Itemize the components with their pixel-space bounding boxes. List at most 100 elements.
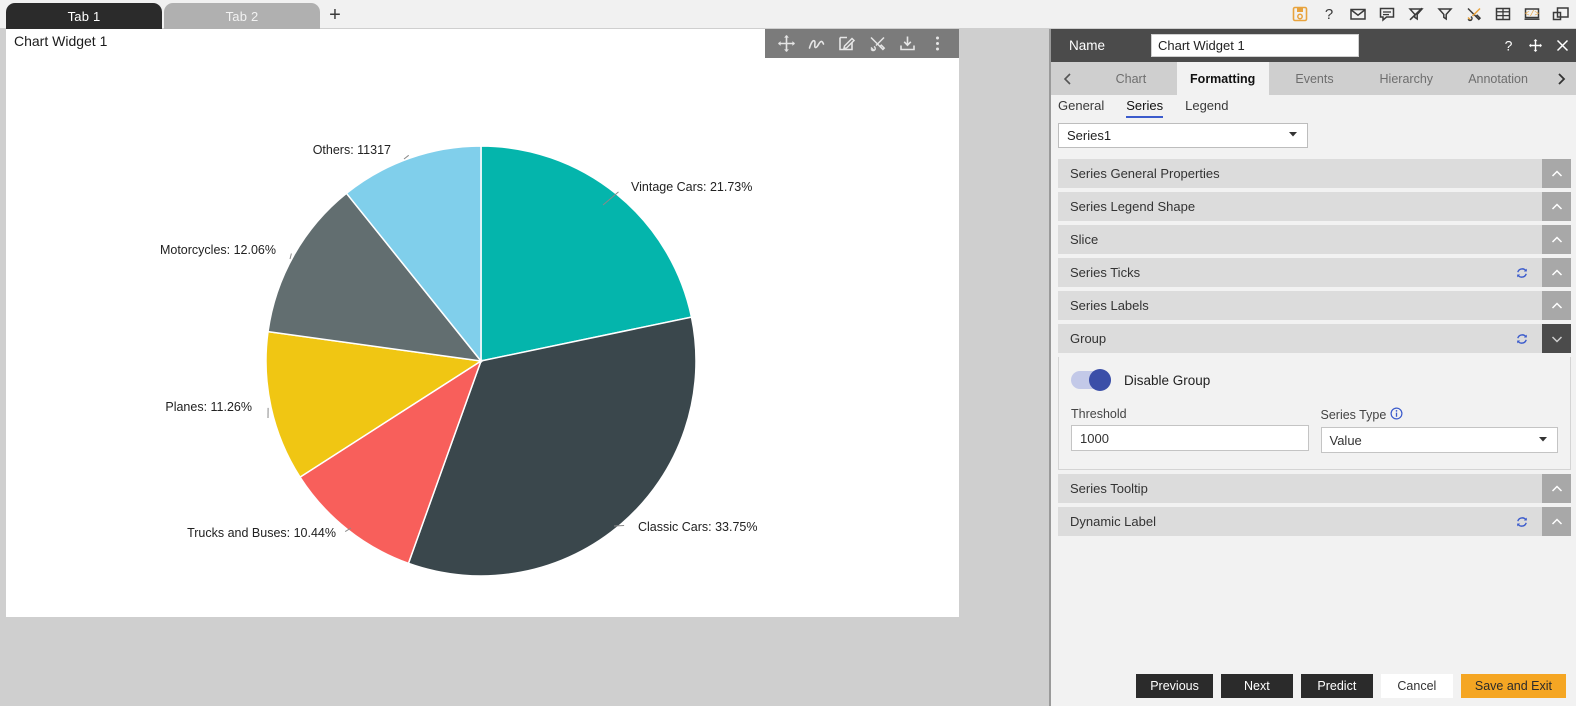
chevron-up-icon[interactable] <box>1542 225 1571 254</box>
series-type-field: Series Type Value <box>1320 407 1558 453</box>
section-group[interactable]: Group <box>1058 324 1571 353</box>
footer-buttons: Previous Next Predict Cancel Save and Ex… <box>1136 674 1566 698</box>
section-series-legend-shape[interactable]: Series Legend Shape <box>1058 192 1571 221</box>
series-type-label: Series Type <box>1320 408 1387 422</box>
pie-slice-label: Planes: 11.26% <box>165 400 252 414</box>
move-icon[interactable] <box>777 34 796 53</box>
section-label: Series Legend Shape <box>1070 199 1196 214</box>
section-label: Slice <box>1070 232 1099 247</box>
chevron-up-icon[interactable] <box>1542 159 1571 188</box>
download-icon[interactable] <box>898 34 917 53</box>
tab-chart[interactable]: Chart <box>1085 62 1177 95</box>
widget-title: Chart Widget 1 <box>14 33 108 49</box>
widget-name-input[interactable] <box>1151 34 1359 57</box>
tab-chart-label: Chart <box>1115 71 1147 86</box>
scribble-icon[interactable] <box>807 34 826 53</box>
disable-group-row: Disable Group <box>1071 369 1558 391</box>
tools-icon[interactable] <box>1465 5 1483 23</box>
disable-group-toggle[interactable] <box>1071 369 1111 391</box>
threshold-field: Threshold 1000 <box>1071 407 1309 453</box>
tabs-prev-arrow[interactable] <box>1051 62 1085 95</box>
subtab-series[interactable]: Series <box>1126 95 1164 118</box>
predict-button[interactable]: Predict <box>1300 674 1373 698</box>
section-series-tooltip[interactable]: Series Tooltip <box>1058 474 1571 503</box>
chevron-up-icon[interactable] <box>1542 474 1571 503</box>
layout-panel-icon[interactable] <box>1552 5 1570 23</box>
more-options-icon[interactable] <box>928 34 947 53</box>
section-slice[interactable]: Slice <box>1058 225 1571 254</box>
chevron-up-icon[interactable] <box>1542 507 1571 536</box>
tab-annotation[interactable]: Annotation <box>1452 62 1544 95</box>
pie-slice-label: Vintage Cars: 21.73% <box>631 180 752 194</box>
pie-slice-label: Motorcycles: 12.06% <box>160 243 276 257</box>
help-question-icon[interactable]: ? <box>1501 38 1516 54</box>
subtab-legend[interactable]: Legend <box>1185 95 1228 116</box>
section-series-labels[interactable]: Series Labels <box>1058 291 1571 320</box>
widget-toolbar <box>765 29 959 58</box>
threshold-value: 1000 <box>1080 430 1109 446</box>
pie-slice-label: Classic Cars: 33.75% <box>638 520 758 534</box>
add-tab-button[interactable]: + <box>322 4 348 28</box>
edit-pencil-icon[interactable] <box>837 34 856 53</box>
name-label: Name <box>1069 38 1106 53</box>
chevron-up-icon[interactable] <box>1542 258 1571 287</box>
tabs-next-arrow[interactable] <box>1544 62 1576 95</box>
save-disk-icon[interactable] <box>1291 5 1309 23</box>
code-window-icon[interactable]: </> <box>1523 5 1541 23</box>
tab-hierarchy[interactable]: Hierarchy <box>1360 62 1452 95</box>
cancel-button[interactable]: Cancel <box>1380 674 1453 698</box>
chevron-down-icon[interactable] <box>1542 324 1571 353</box>
canvas-area: Chart Widget 1 Vintage Cars: 21.73% Clas… <box>0 29 1049 706</box>
workspace-tab-1-label: Tab 1 <box>67 8 101 24</box>
refresh-icon[interactable] <box>1515 332 1529 346</box>
series-type-dropdown[interactable]: Value <box>1320 427 1558 453</box>
refresh-icon[interactable] <box>1515 266 1529 280</box>
threshold-input[interactable]: 1000 <box>1071 425 1309 451</box>
info-icon[interactable] <box>1390 407 1403 423</box>
close-icon[interactable] <box>1555 38 1570 53</box>
subtab-legend-label: Legend <box>1185 98 1229 113</box>
svg-text:?: ? <box>1505 38 1513 53</box>
svg-text:</>: </> <box>1525 10 1540 19</box>
pie-chart-svg: Vintage Cars: 21.73% Classic Cars: 33.75%… <box>160 143 758 577</box>
filter-off-icon[interactable] <box>1407 5 1425 23</box>
subtab-general[interactable]: General <box>1058 95 1104 116</box>
help-question-icon[interactable]: ? <box>1320 5 1338 23</box>
filter-icon[interactable] <box>1436 5 1454 23</box>
table-grid-icon[interactable] <box>1494 5 1512 23</box>
tools-icon[interactable] <box>868 34 887 53</box>
workspace-tab-2-label: Tab 2 <box>225 8 259 24</box>
chart-widget-panel: Chart Widget 1 Vintage Cars: 21.73% Clas… <box>6 29 959 617</box>
move-icon[interactable] <box>1528 38 1543 53</box>
tab-events[interactable]: Events <box>1269 62 1361 95</box>
series-select-dropdown[interactable]: Series1 <box>1058 123 1308 148</box>
group-section-body: Disable Group Threshold 1000 Series Type <box>1058 357 1571 470</box>
panel-header: Name ? <box>1051 29 1576 62</box>
svg-text:?: ? <box>1325 6 1333 23</box>
section-series-general-properties[interactable]: Series General Properties <box>1058 159 1571 188</box>
chevron-up-icon[interactable] <box>1542 192 1571 221</box>
section-dynamic-label[interactable]: Dynamic Label <box>1058 507 1571 536</box>
previous-button[interactable]: Previous <box>1136 674 1213 698</box>
mail-envelope-icon[interactable] <box>1349 5 1367 23</box>
tab-events-label: Events <box>1295 71 1334 86</box>
series-type-value: Value <box>1329 432 1362 448</box>
top-bar: Tab 1 Tab 2 + ? </> <box>0 0 1576 29</box>
section-label: Series Labels <box>1070 298 1149 313</box>
next-button[interactable]: Next <box>1220 674 1293 698</box>
workspace-tab-1[interactable]: Tab 1 <box>6 3 162 29</box>
comment-bubble-icon[interactable] <box>1378 5 1396 23</box>
chevron-down-icon <box>1537 433 1549 448</box>
formatting-sections: Series General Properties Series Legend … <box>1058 159 1571 540</box>
panel-header-icons: ? <box>1501 29 1570 62</box>
chevron-down-icon <box>1287 128 1299 143</box>
disable-group-label: Disable Group <box>1124 372 1211 388</box>
tab-formatting[interactable]: Formatting <box>1176 62 1269 95</box>
chevron-up-icon[interactable] <box>1542 291 1571 320</box>
refresh-icon[interactable] <box>1515 515 1529 529</box>
pie-slice-label: Others: 11317 <box>313 143 391 157</box>
section-series-ticks[interactable]: Series Ticks <box>1058 258 1571 287</box>
subtab-general-label: General <box>1058 98 1105 113</box>
workspace-tab-2[interactable]: Tab 2 <box>164 3 320 29</box>
save-and-exit-button[interactable]: Save and Exit <box>1460 674 1566 698</box>
